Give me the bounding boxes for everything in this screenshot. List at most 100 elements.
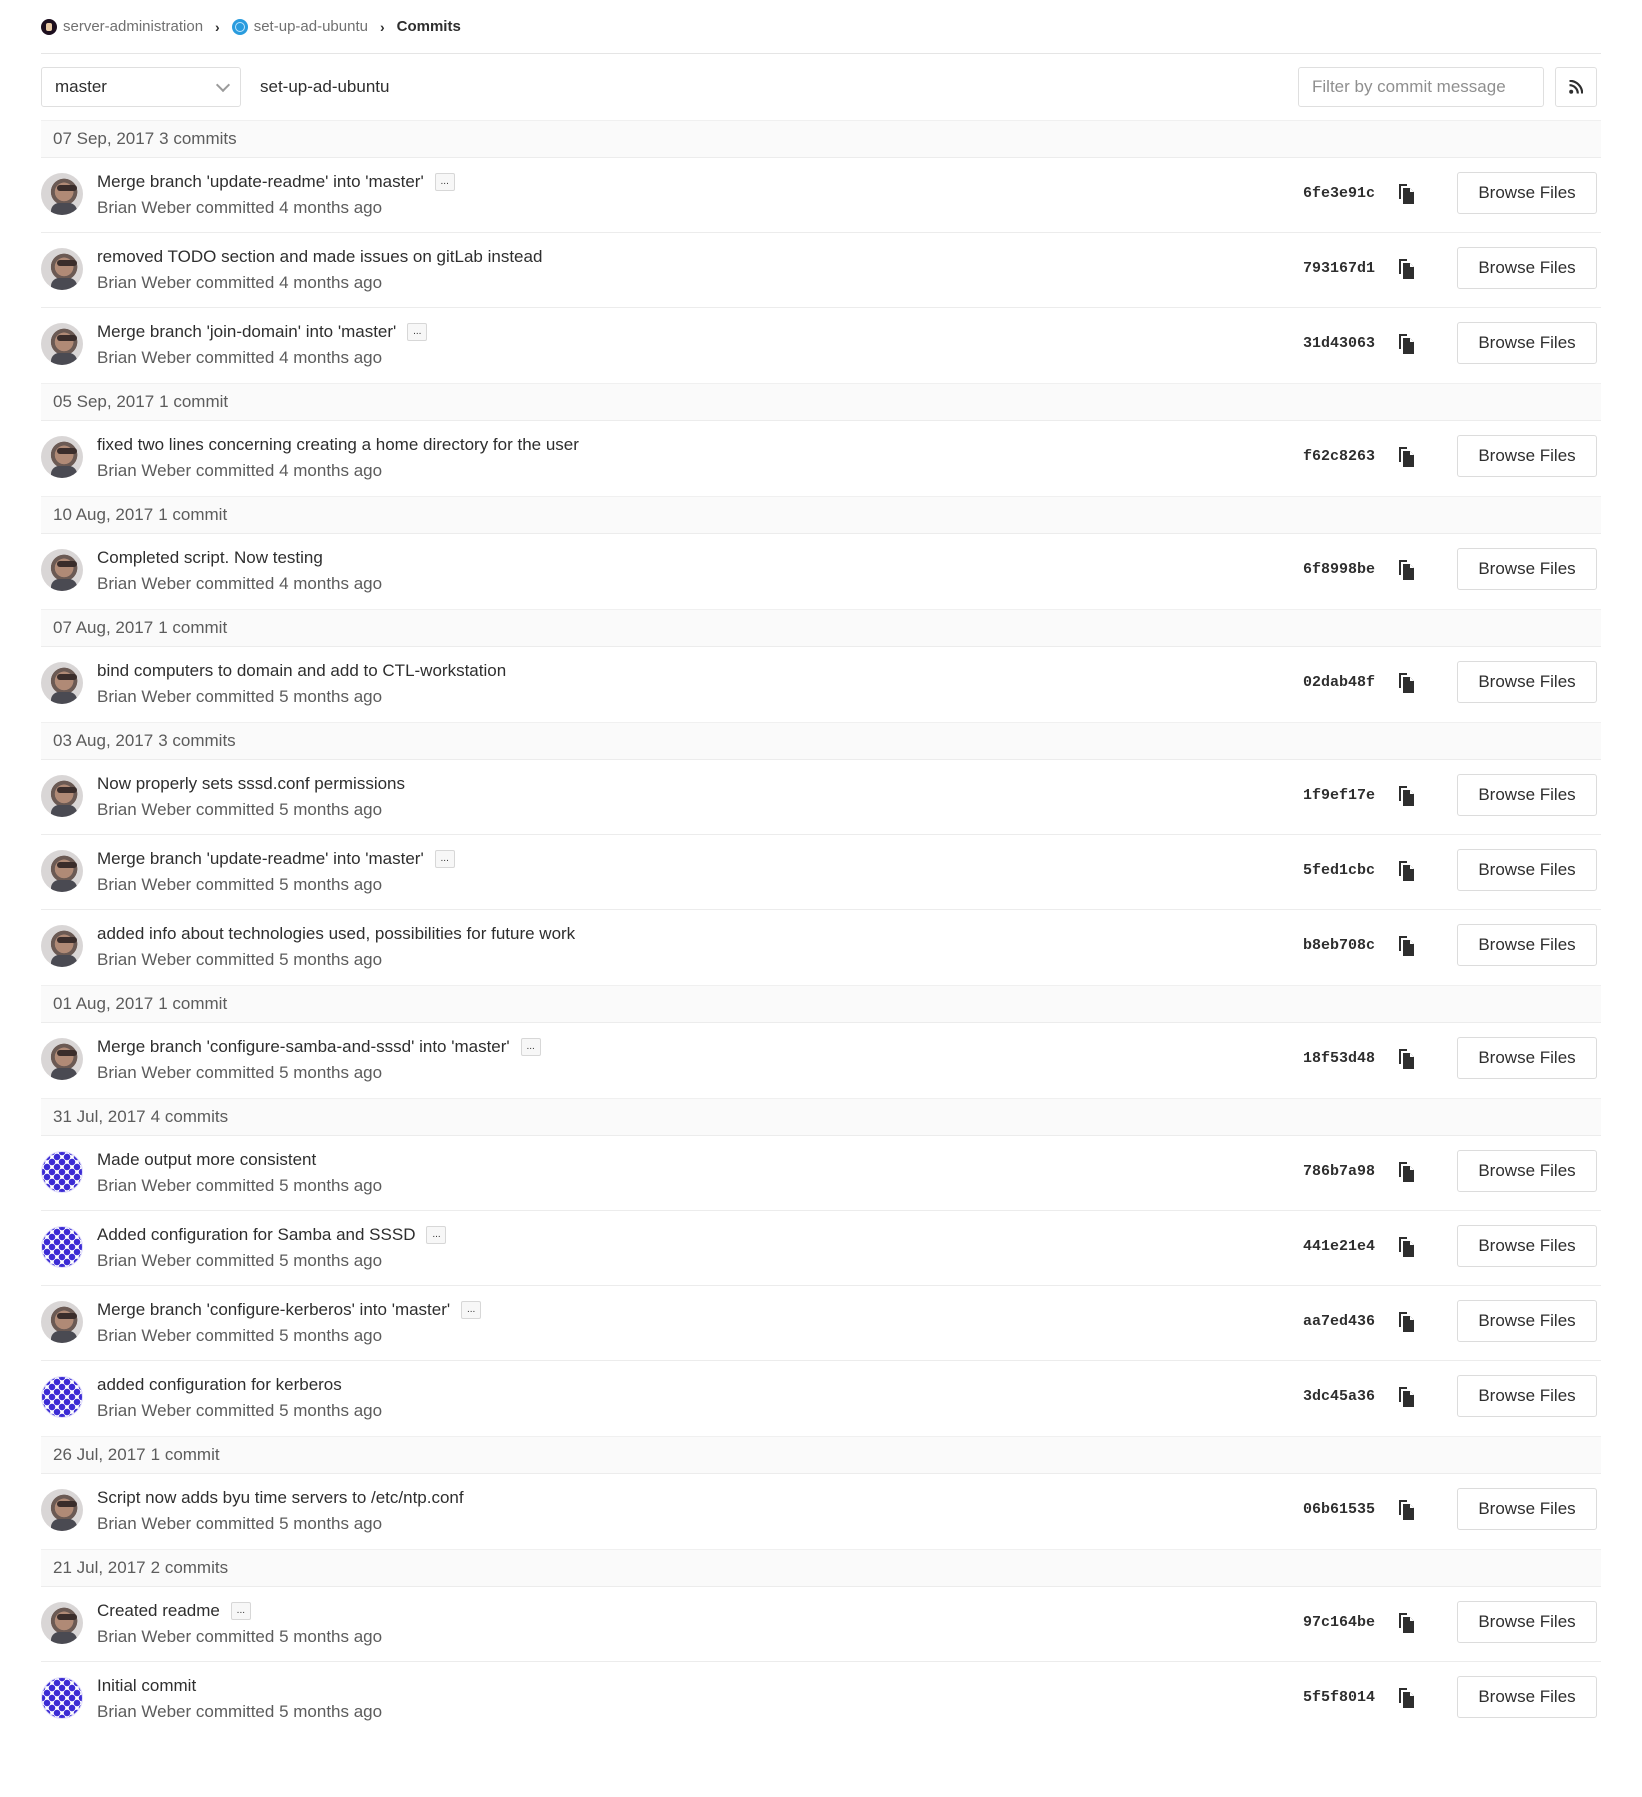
expand-description-button[interactable]: ...: [520, 1038, 541, 1056]
commit-sha-link[interactable]: 786b7a98: [1298, 1163, 1375, 1180]
author-avatar[interactable]: [41, 1489, 83, 1531]
commit-title-link[interactable]: removed TODO section and made issues on …: [97, 247, 542, 267]
commit-author-link[interactable]: Brian Weber: [97, 1514, 191, 1533]
commit-author-link[interactable]: Brian Weber: [97, 1326, 191, 1345]
copy-sha-button[interactable]: [1396, 1612, 1416, 1634]
commit-sha-link[interactable]: 793167d1: [1298, 260, 1375, 277]
author-avatar[interactable]: [41, 1301, 83, 1343]
expand-description-button[interactable]: ...: [407, 323, 428, 341]
commit-sha-link[interactable]: 5fed1cbc: [1298, 862, 1375, 879]
commit-title-link[interactable]: Merge branch 'join-domain' into 'master': [97, 322, 396, 342]
copy-sha-button[interactable]: [1396, 1386, 1416, 1408]
copy-sha-button[interactable]: [1396, 333, 1416, 355]
copy-sha-button[interactable]: [1396, 1499, 1416, 1521]
author-avatar[interactable]: [41, 1677, 83, 1719]
breadcrumb-current[interactable]: Commits: [397, 18, 461, 35]
commit-sha-link[interactable]: 06b61535: [1298, 1501, 1375, 1518]
browse-files-button[interactable]: Browse Files: [1457, 1300, 1597, 1342]
expand-description-button[interactable]: ...: [434, 173, 455, 191]
copy-sha-button[interactable]: [1396, 1236, 1416, 1258]
copy-sha-button[interactable]: [1396, 860, 1416, 882]
commit-title-link[interactable]: Merge branch 'update-readme' into 'maste…: [97, 849, 424, 869]
author-avatar[interactable]: [41, 850, 83, 892]
commit-sha-link[interactable]: f62c8263: [1298, 448, 1375, 465]
copy-sha-button[interactable]: [1396, 258, 1416, 280]
rss-feed-button[interactable]: [1555, 67, 1597, 107]
commit-title-link[interactable]: Script now adds byu time servers to /etc…: [97, 1488, 464, 1508]
browse-files-button[interactable]: Browse Files: [1457, 1375, 1597, 1417]
commit-title-link[interactable]: Made output more consistent: [97, 1150, 316, 1170]
browse-files-button[interactable]: Browse Files: [1457, 172, 1597, 214]
commit-sha-link[interactable]: 1f9ef17e: [1298, 787, 1375, 804]
commit-author-link[interactable]: Brian Weber: [97, 800, 191, 819]
commit-sha-link[interactable]: aa7ed436: [1298, 1313, 1375, 1330]
commit-author-link[interactable]: Brian Weber: [97, 198, 191, 217]
commit-title-link[interactable]: Merge branch 'update-readme' into 'maste…: [97, 172, 424, 192]
commit-author-link[interactable]: Brian Weber: [97, 273, 191, 292]
browse-files-button[interactable]: Browse Files: [1457, 924, 1597, 966]
commit-title-link[interactable]: Now properly sets sssd.conf permissions: [97, 774, 405, 794]
commit-title-link[interactable]: Initial commit: [97, 1676, 196, 1696]
copy-sha-button[interactable]: [1396, 1048, 1416, 1070]
commit-title-link[interactable]: fixed two lines concerning creating a ho…: [97, 435, 579, 455]
commit-sha-link[interactable]: b8eb708c: [1298, 937, 1375, 954]
commit-sha-link[interactable]: 02dab48f: [1298, 674, 1375, 691]
author-avatar[interactable]: [41, 662, 83, 704]
browse-files-button[interactable]: Browse Files: [1457, 1676, 1597, 1718]
browse-files-button[interactable]: Browse Files: [1457, 548, 1597, 590]
commit-title-link[interactable]: Merge branch 'configure-kerberos' into '…: [97, 1300, 450, 1320]
copy-sha-button[interactable]: [1396, 1311, 1416, 1333]
browse-files-button[interactable]: Browse Files: [1457, 1150, 1597, 1192]
commit-author-link[interactable]: Brian Weber: [97, 875, 191, 894]
commit-author-link[interactable]: Brian Weber: [97, 950, 191, 969]
breadcrumb-group-link[interactable]: server-administration: [41, 18, 203, 35]
browse-files-button[interactable]: Browse Files: [1457, 1601, 1597, 1643]
author-avatar[interactable]: [41, 775, 83, 817]
commit-author-link[interactable]: Brian Weber: [97, 574, 191, 593]
copy-sha-button[interactable]: [1396, 935, 1416, 957]
author-avatar[interactable]: [41, 248, 83, 290]
expand-description-button[interactable]: ...: [230, 1602, 251, 1620]
expand-description-button[interactable]: ...: [426, 1226, 447, 1244]
author-avatar[interactable]: [41, 549, 83, 591]
browse-files-button[interactable]: Browse Files: [1457, 661, 1597, 703]
commit-title-link[interactable]: Merge branch 'configure-samba-and-sssd' …: [97, 1037, 510, 1057]
copy-sha-button[interactable]: [1396, 446, 1416, 468]
author-avatar[interactable]: [41, 323, 83, 365]
commit-author-link[interactable]: Brian Weber: [97, 1627, 191, 1646]
copy-sha-button[interactable]: [1396, 1687, 1416, 1709]
copy-sha-button[interactable]: [1396, 559, 1416, 581]
browse-files-button[interactable]: Browse Files: [1457, 1225, 1597, 1267]
commit-author-link[interactable]: Brian Weber: [97, 1702, 191, 1721]
author-avatar[interactable]: [41, 1226, 83, 1268]
copy-sha-button[interactable]: [1396, 1161, 1416, 1183]
commit-author-link[interactable]: Brian Weber: [97, 348, 191, 367]
commit-title-link[interactable]: added configuration for kerberos: [97, 1375, 342, 1395]
author-avatar[interactable]: [41, 1602, 83, 1644]
expand-description-button[interactable]: ...: [461, 1301, 482, 1319]
expand-description-button[interactable]: ...: [434, 850, 455, 868]
breadcrumb-project-link[interactable]: set-up-ad-ubuntu: [231, 18, 368, 35]
commit-sha-link[interactable]: 18f53d48: [1298, 1050, 1375, 1067]
browse-files-button[interactable]: Browse Files: [1457, 774, 1597, 816]
commit-author-link[interactable]: Brian Weber: [97, 1176, 191, 1195]
commit-author-link[interactable]: Brian Weber: [97, 1063, 191, 1082]
browse-files-button[interactable]: Browse Files: [1457, 322, 1597, 364]
commit-sha-link[interactable]: 31d43063: [1298, 335, 1375, 352]
commit-author-link[interactable]: Brian Weber: [97, 461, 191, 480]
author-avatar[interactable]: [41, 1376, 83, 1418]
commit-author-link[interactable]: Brian Weber: [97, 687, 191, 706]
branch-dropdown[interactable]: master: [41, 67, 241, 107]
commit-sha-link[interactable]: 6fe3e91c: [1298, 185, 1375, 202]
copy-sha-button[interactable]: [1396, 672, 1416, 694]
browse-files-button[interactable]: Browse Files: [1457, 849, 1597, 891]
commit-title-link[interactable]: Created readme: [97, 1601, 220, 1621]
commit-sha-link[interactable]: 5f5f8014: [1298, 1689, 1375, 1706]
commit-sha-link[interactable]: 3dc45a36: [1298, 1388, 1375, 1405]
author-avatar[interactable]: [41, 1151, 83, 1193]
commit-author-link[interactable]: Brian Weber: [97, 1401, 191, 1420]
author-avatar[interactable]: [41, 173, 83, 215]
browse-files-button[interactable]: Browse Files: [1457, 1037, 1597, 1079]
filter-commit-input[interactable]: [1298, 67, 1544, 107]
author-avatar[interactable]: [41, 436, 83, 478]
